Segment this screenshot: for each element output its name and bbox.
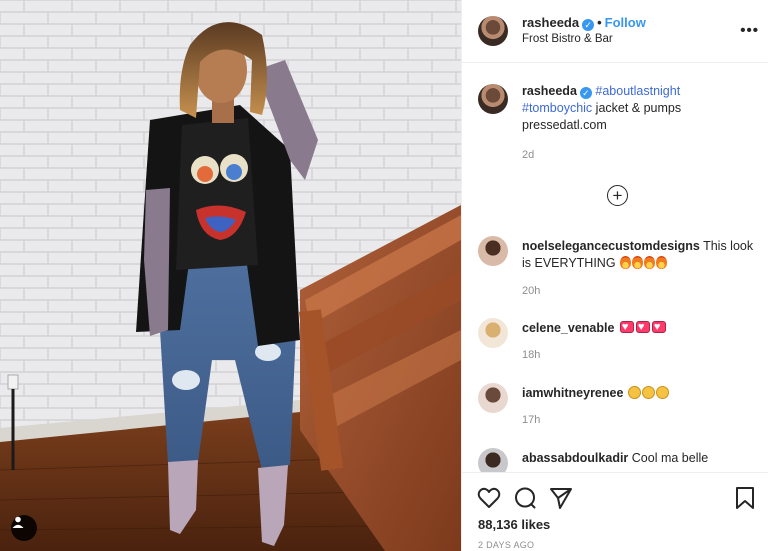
hashtag-link[interactable]: #tomboychic <box>522 101 592 115</box>
verified-icon: ✓ <box>582 19 595 31</box>
comment-timestamp[interactable]: 18h <box>522 349 540 361</box>
heart-emoji <box>618 319 666 336</box>
fire-emoji <box>619 256 668 270</box>
follow-button[interactable]: Follow <box>605 15 646 30</box>
separator-dot: • <box>597 15 602 30</box>
comment-icon[interactable] <box>512 485 538 511</box>
load-more-comments-button[interactable]: + <box>607 185 628 206</box>
post-photo[interactable] <box>0 0 461 551</box>
share-icon[interactable] <box>548 485 574 511</box>
verified-icon: ✓ <box>579 87 592 99</box>
bookmark-icon[interactable] <box>732 485 758 511</box>
comment-username[interactable]: noelselegancecustomdesigns <box>522 239 700 253</box>
heart-icon[interactable] <box>476 485 502 511</box>
avatar[interactable] <box>478 383 508 413</box>
caption-timestamp[interactable]: 2d <box>522 149 534 161</box>
caption-text: rasheeda ✓ #aboutlastnight #tomboychic ja… <box>522 83 754 134</box>
caption-username[interactable]: rasheeda <box>522 84 577 98</box>
caption-link: pressedatl.com <box>522 118 607 132</box>
like-count[interactable]: 88,136 likes <box>478 517 550 532</box>
comment-username[interactable]: celene_venable <box>522 321 614 335</box>
comment-text: noelselegancecustomdesigns This look is … <box>522 238 758 272</box>
action-bar: 88,136 likes 2 DAYS AGO <box>462 472 768 551</box>
location-link[interactable]: Frost Bistro & Bar <box>522 33 613 45</box>
avatar[interactable] <box>478 84 508 114</box>
comment-text: celene_venable <box>522 319 758 337</box>
caption-body: jacket & pumps <box>595 101 682 115</box>
header-user-line: rasheeda ✓ • Follow <box>522 15 646 31</box>
comment-username[interactable]: iamwhitneyrenee <box>522 386 623 400</box>
post-sidebar: rasheeda ✓ • Follow Frost Bistro & Bar ••• … <box>461 0 768 551</box>
avatar[interactable] <box>478 318 508 348</box>
comment-text: iamwhitneyrenee <box>522 385 758 402</box>
hashtag-link[interactable]: #aboutlastnight <box>595 84 680 98</box>
comment-timestamp[interactable]: 17h <box>522 414 540 426</box>
instagram-post: rasheeda ✓ • Follow Frost Bistro & Bar ••• … <box>0 0 768 551</box>
comment-username[interactable]: abassabdoulkadir <box>522 451 628 465</box>
post-header: rasheeda ✓ • Follow Frost Bistro & Bar ••• <box>462 0 768 63</box>
header-username[interactable]: rasheeda <box>522 15 579 30</box>
comment-text: abassabdoulkadir Cool ma belle <box>522 450 758 467</box>
avatar[interactable] <box>478 16 508 46</box>
plus-circle-icon: + <box>612 186 623 205</box>
comment-body: Cool ma belle <box>631 451 709 465</box>
more-options-icon[interactable]: ••• <box>740 22 759 39</box>
user-tag-button[interactable] <box>11 515 37 541</box>
clap-emoji <box>627 386 669 400</box>
photo-illustration <box>0 0 461 551</box>
user-tag-icon <box>12 516 24 528</box>
avatar[interactable] <box>478 236 508 266</box>
comment-timestamp[interactable]: 20h <box>522 285 540 297</box>
post-date[interactable]: 2 DAYS AGO <box>478 540 534 550</box>
